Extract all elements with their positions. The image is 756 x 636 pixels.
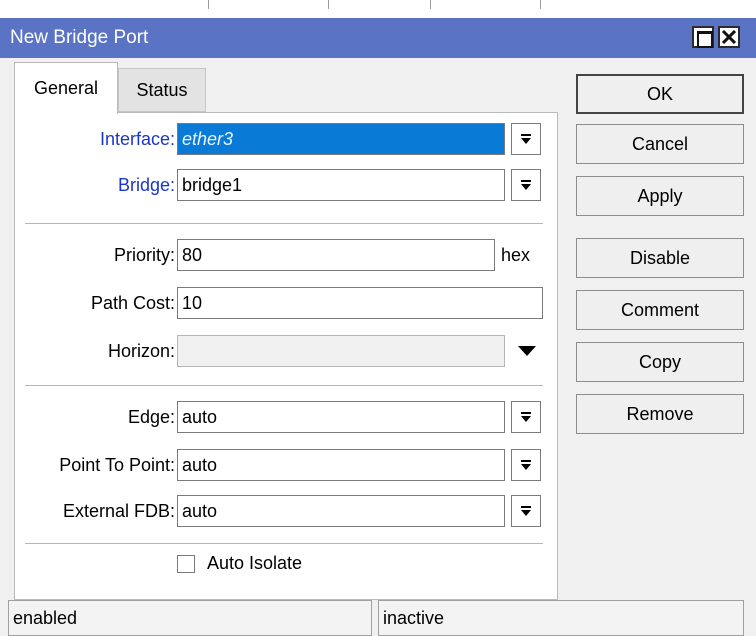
bridge-field[interactable]: bridge1: [177, 169, 505, 201]
background-strip: [0, 0, 756, 18]
status-enabled: enabled: [8, 600, 372, 636]
disable-button[interactable]: Disable: [576, 238, 744, 278]
horizon-expand-icon[interactable]: [517, 345, 537, 357]
interface-field[interactable]: ether3: [177, 123, 505, 155]
tab-general[interactable]: General: [14, 62, 118, 114]
path-cost-field[interactable]: 10: [177, 287, 543, 319]
bridge-label: Bridge:: [117, 175, 175, 195]
comment-button[interactable]: Comment: [576, 290, 744, 330]
copy-button-label: Copy: [638, 351, 682, 372]
tab-status-label: Status: [136, 79, 188, 100]
copy-button[interactable]: Copy: [576, 342, 744, 382]
point-to-point-field[interactable]: auto: [177, 449, 505, 481]
apply-button-label: Apply: [637, 185, 683, 206]
priority-hex-suffix: hex: [501, 245, 531, 265]
interface-label: Interface:: [99, 129, 175, 149]
priority-label: Priority:: [113, 245, 175, 265]
window-title: New Bridge Port: [10, 27, 149, 48]
point-to-point-label: Point To Point:: [59, 455, 175, 475]
dropdown-icon: [521, 506, 531, 516]
bridge-dropdown-button[interactable]: [511, 169, 541, 201]
dropdown-icon: [521, 412, 531, 422]
column-divider: [430, 0, 431, 9]
tab-general-label: General: [33, 78, 99, 98]
apply-button[interactable]: Apply: [576, 176, 744, 216]
cancel-button-label: Cancel: [631, 133, 689, 154]
comment-button-label: Comment: [620, 299, 700, 320]
external-fdb-label: External FDB:: [62, 501, 175, 521]
edge-field[interactable]: auto: [177, 401, 505, 433]
column-divider: [540, 0, 541, 9]
disable-button-label: Disable: [629, 247, 691, 268]
external-fdb-field[interactable]: auto: [177, 495, 505, 527]
auto-isolate-label: Auto Isolate: [207, 553, 303, 573]
column-divider: [208, 0, 209, 9]
ok-button[interactable]: OK: [576, 74, 744, 114]
cancel-button[interactable]: Cancel: [576, 124, 744, 164]
separator: [25, 543, 543, 544]
point-to-point-dropdown-button[interactable]: [511, 449, 541, 481]
dropdown-icon: [521, 180, 531, 190]
ok-button-label: OK: [646, 83, 673, 104]
status-running: inactive: [378, 600, 744, 636]
general-panel: Interface: ether3 Bridge: bridge1 Priori…: [14, 112, 558, 600]
remove-button[interactable]: Remove: [576, 394, 744, 434]
maximize-icon: [697, 31, 713, 48]
external-fdb-dropdown-button[interactable]: [511, 495, 541, 527]
new-bridge-port-dialog: New Bridge Port General Status Interface…: [0, 18, 756, 636]
remove-button-label: Remove: [626, 403, 694, 424]
separator: [25, 385, 543, 386]
column-divider: [328, 0, 329, 9]
maximize-button[interactable]: [692, 26, 714, 48]
dropdown-icon: [521, 460, 531, 470]
title-bar[interactable]: New Bridge Port: [0, 18, 756, 58]
tab-status[interactable]: Status: [118, 68, 206, 112]
edge-label: Edge:: [127, 407, 175, 427]
close-icon: [722, 30, 736, 44]
separator: [25, 223, 543, 224]
horizon-field[interactable]: [177, 335, 505, 367]
dropdown-icon: [521, 134, 531, 144]
auto-isolate-checkbox[interactable]: [177, 555, 195, 573]
priority-field[interactable]: 80: [177, 239, 495, 271]
close-button[interactable]: [718, 26, 740, 48]
horizon-label: Horizon:: [107, 341, 175, 361]
interface-dropdown-button[interactable]: [511, 123, 541, 155]
edge-dropdown-button[interactable]: [511, 401, 541, 433]
path-cost-label: Path Cost:: [90, 293, 175, 313]
